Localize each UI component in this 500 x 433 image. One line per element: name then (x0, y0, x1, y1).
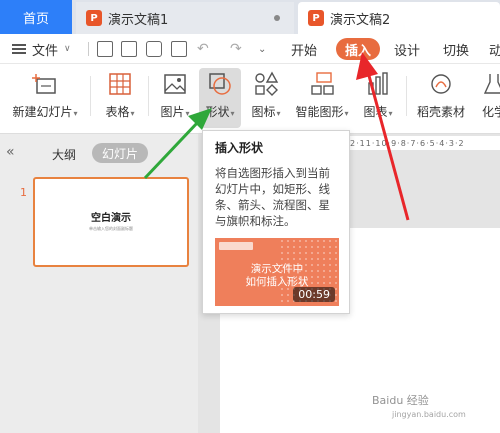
chart-button[interactable]: 图表▾ (358, 68, 398, 128)
file-menu[interactable]: 文件 ∨ (12, 34, 71, 64)
ribbon-insert: 新建幻灯片▾ 表格▾ 图片▾ 形状▾ 图标▾ 智能图形▾ 图表▾ 稻壳素材 化学 (0, 64, 500, 134)
picture-icon (164, 74, 186, 94)
slide-thumbnail[interactable]: 空白演示 单击输入您的封面副标题 (33, 177, 189, 267)
watermark: Baidu 经验 (372, 394, 429, 407)
tab-document-2[interactable]: P 演示文稿2 (298, 2, 500, 34)
tab-outline[interactable]: 大纲 (52, 146, 76, 163)
collapse-pane-icon[interactable]: « (6, 144, 15, 160)
tooltip-title: 插入形状 (215, 141, 264, 155)
tutorial-video-thumbnail[interactable]: 演示文件中 如何插入形状 00:59 (215, 238, 339, 306)
tab-document-1[interactable]: P 演示文稿1 (76, 2, 294, 34)
new-slide-label: 新建幻灯片 (12, 105, 73, 119)
menu-bar: 文件 ∨ ↶ ↷ ⌄ 开始 设计 切换 动 (0, 34, 500, 64)
more-dropdown-icon[interactable]: ⌄ (258, 34, 266, 64)
chevron-down-icon: ∨ (64, 44, 71, 54)
table-button[interactable]: 表格▾ (100, 68, 140, 128)
table-icon (109, 73, 131, 95)
menu-animation[interactable]: 动 (489, 34, 500, 64)
chart-icon (368, 72, 388, 95)
thumbnail-subtitle: 单击输入您的封面副标题 (89, 226, 133, 231)
table-label: 表格 (105, 105, 130, 119)
video-duration: 00:59 (293, 287, 335, 302)
file-menu-label: 文件 (32, 43, 59, 59)
presentation-file-icon: P (86, 10, 102, 26)
tab-bar: 首页 P 演示文稿1 P 演示文稿2 (0, 0, 500, 34)
print-preview-icon[interactable] (171, 41, 187, 57)
horizontal-ruler: 2·11·10·9·8·7·6·5·4·3·2 (348, 136, 500, 150)
slides-pane: « 大纲 幻灯片 1 空白演示 单击输入您的封面副标题 (0, 134, 198, 433)
menu-design[interactable]: 设计 (394, 34, 420, 64)
chemistry-button[interactable]: 化学 (474, 68, 500, 128)
divider (406, 76, 407, 116)
unsaved-dot-icon (274, 15, 280, 21)
hamburger-icon (12, 44, 26, 54)
new-slide-button[interactable]: 新建幻灯片▾ (10, 68, 80, 128)
print-icon[interactable] (146, 41, 162, 57)
docer-material-button[interactable]: 稻壳素材 (412, 68, 470, 128)
chemistry-label: 化学 (481, 105, 500, 119)
icon-label: 图标 (251, 105, 276, 119)
shape-label: 形状 (205, 105, 230, 119)
tab-document-1-label: 演示文稿1 (108, 12, 169, 28)
save-icon[interactable] (121, 41, 137, 57)
watermark-url: jingyan.baidu.com (392, 410, 466, 419)
tab-document-2-label: 演示文稿2 (330, 12, 391, 28)
tooltip-description: 将自选图形插入到当前幻灯片中，如矩形、线条、箭头、流程图、星与旗帜和标注。 (215, 166, 330, 228)
undo-icon[interactable]: ↶ (197, 34, 209, 64)
thumbnail-title: 空白演示 (91, 213, 131, 224)
icons-gallery-icon (255, 71, 279, 96)
shape-icon (209, 73, 231, 95)
smart-shape-icon (311, 72, 334, 95)
picture-button[interactable]: 图片▾ (155, 68, 195, 128)
icon-button[interactable]: 图标▾ (246, 68, 286, 128)
menu-start[interactable]: 开始 (291, 34, 317, 64)
chart-label: 图表 (363, 105, 388, 119)
picture-label: 图片 (160, 105, 185, 119)
video-logo (219, 242, 253, 250)
presentation-file-icon: P (308, 10, 324, 26)
docer-material-icon (431, 74, 451, 94)
smart-shape-button[interactable]: 智能图形▾ (290, 68, 354, 128)
shape-button[interactable]: 形状▾ (199, 68, 241, 128)
smart-shape-label: 智能图形 (295, 105, 344, 119)
divider (148, 76, 149, 116)
tab-home[interactable]: 首页 (0, 0, 72, 34)
redo-icon[interactable]: ↷ (230, 34, 242, 64)
shape-tooltip: 插入形状 将自选图形插入到当前幻灯片中，如矩形、线条、箭头、流程图、星与旗帜和标… (202, 130, 350, 314)
menu-insert[interactable]: 插入 (336, 38, 380, 60)
divider (90, 76, 91, 116)
menu-transition[interactable]: 切换 (443, 34, 469, 64)
new-file-icon[interactable] (97, 41, 113, 57)
docer-material-label: 稻壳素材 (416, 105, 465, 119)
chemistry-icon (483, 74, 500, 94)
divider (88, 42, 89, 56)
tab-slides[interactable]: 幻灯片 (92, 143, 148, 163)
slide-number: 1 (20, 186, 27, 199)
new-slide-icon (32, 74, 56, 94)
